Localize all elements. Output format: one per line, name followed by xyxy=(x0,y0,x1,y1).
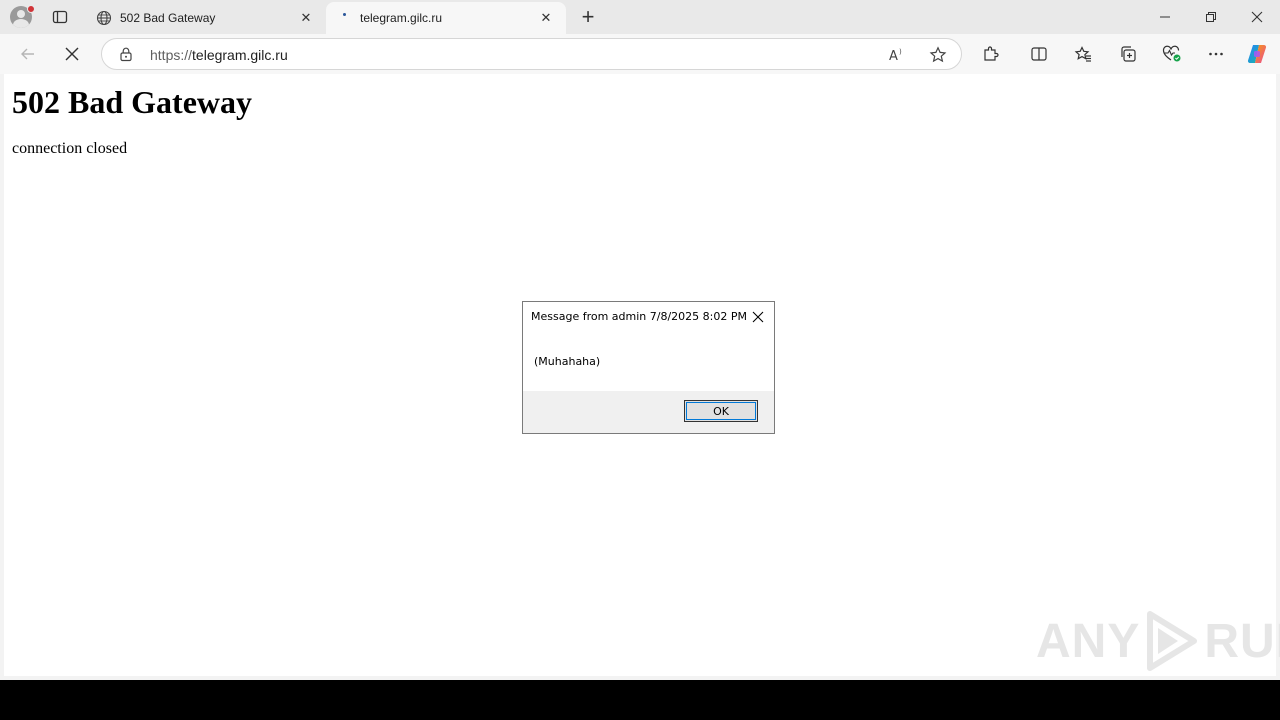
favorite-star-button[interactable] xyxy=(926,43,950,67)
message-dialog: Message from admin 7/8/2025 8:02 PM (Muh… xyxy=(522,301,775,434)
url-host: telegram.gilc.ru xyxy=(192,47,288,63)
url-protocol: https:// xyxy=(150,47,193,63)
back-button[interactable] xyxy=(14,40,42,68)
browser-toolbar: https://telegram.gilc.ru A) xyxy=(0,34,1280,74)
error-message: connection closed xyxy=(12,140,128,157)
heart-pulse-icon xyxy=(1162,45,1181,62)
address-bar[interactable]: https://telegram.gilc.ru A) xyxy=(101,38,962,70)
close-icon xyxy=(1251,11,1263,23)
page-title: 502 Bad Gateway xyxy=(12,84,252,120)
minimize-button[interactable] xyxy=(1142,0,1188,34)
back-arrow-icon xyxy=(21,48,34,60)
svg-text:): ) xyxy=(899,48,902,56)
tab-title: telegram.gilc.ru xyxy=(360,11,443,25)
restore-button[interactable] xyxy=(1188,0,1234,34)
copilot-button[interactable] xyxy=(1243,40,1271,68)
dialog-message: (Muhahaha) xyxy=(534,355,601,368)
watermark-right-text: RUN xyxy=(1204,614,1280,668)
collections-button[interactable] xyxy=(1114,40,1142,68)
url-text[interactable]: https://telegram.gilc.ru xyxy=(150,47,288,63)
tab-502-bad-gateway[interactable]: 502 Bad Gateway ✕ xyxy=(86,2,326,34)
stop-loading-button[interactable] xyxy=(58,40,86,68)
ok-button[interactable]: OK xyxy=(684,400,758,422)
read-aloud-button[interactable]: A) xyxy=(886,43,910,67)
puzzle-icon xyxy=(984,46,999,61)
lock-icon[interactable] xyxy=(118,46,134,62)
dialog-close-button[interactable] xyxy=(748,307,768,327)
svg-text:A: A xyxy=(889,49,898,64)
restore-icon xyxy=(1206,12,1216,22)
favorites-button[interactable] xyxy=(1069,40,1097,68)
collections-icon xyxy=(1121,46,1136,62)
star-add-icon xyxy=(929,46,947,63)
copilot-icon xyxy=(1247,44,1267,64)
browser-essentials-button[interactable] xyxy=(1158,40,1186,68)
close-window-button[interactable] xyxy=(1234,0,1280,34)
tab-strip: 502 Bad Gateway ✕ telegram.gilc.ru ✕ + xyxy=(0,0,1280,34)
favorites-icon xyxy=(1074,46,1091,62)
browser-window: 502 Bad Gateway ✕ telegram.gilc.ru ✕ + h… xyxy=(0,0,1280,680)
watermark-left-text: ANY xyxy=(1036,614,1141,668)
dialog-title: Message from admin 7/8/2025 8:02 PM xyxy=(531,310,747,323)
tab-actions-icon xyxy=(52,10,68,24)
read-aloud-icon: A) xyxy=(889,48,902,64)
taskbar-area xyxy=(0,680,1280,720)
stop-x-icon xyxy=(65,47,79,61)
tab-close-icon[interactable]: ✕ xyxy=(296,8,316,28)
split-screen-icon xyxy=(1031,47,1047,61)
notification-dot-icon xyxy=(27,5,35,13)
extensions-button[interactable] xyxy=(977,40,1005,68)
more-dots-icon xyxy=(1209,52,1223,56)
play-logo-icon xyxy=(1147,611,1198,671)
tab-close-icon[interactable]: ✕ xyxy=(536,8,556,28)
minimize-icon xyxy=(1160,16,1170,18)
new-tab-button[interactable]: + xyxy=(576,5,600,29)
split-screen-button[interactable] xyxy=(1025,40,1053,68)
tab-actions-button[interactable] xyxy=(46,5,74,29)
globe-icon xyxy=(96,10,112,26)
loading-icon xyxy=(336,10,352,26)
anyrun-watermark: ANY RUN xyxy=(1036,610,1280,672)
close-icon xyxy=(752,311,764,323)
tab-title: 502 Bad Gateway xyxy=(120,11,216,25)
tab-telegram-gilc[interactable]: telegram.gilc.ru ✕ xyxy=(326,2,566,34)
settings-more-button[interactable] xyxy=(1202,40,1230,68)
dialog-footer: OK xyxy=(523,391,774,433)
profile-button[interactable] xyxy=(8,5,35,29)
